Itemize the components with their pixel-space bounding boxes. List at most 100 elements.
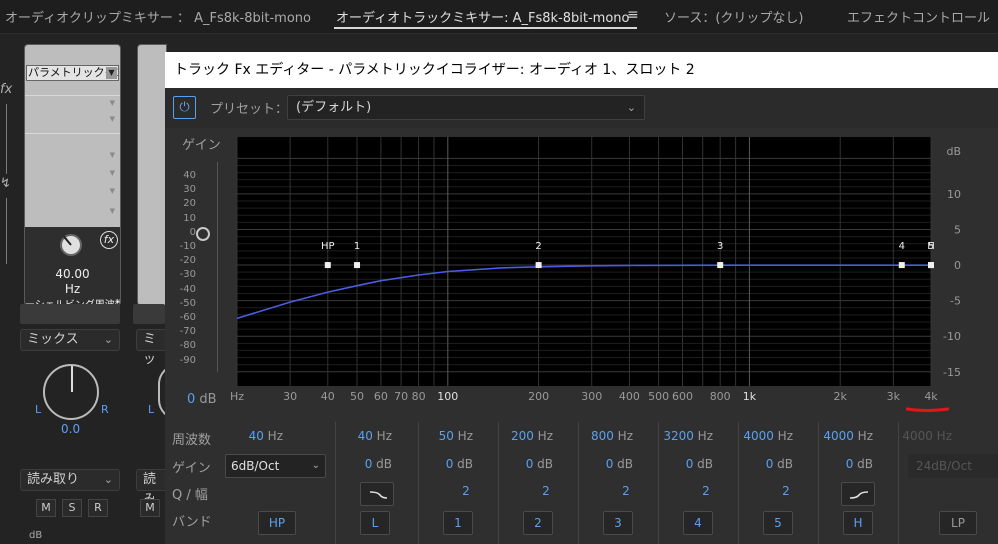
track-mixer-panel: fx ↯ パラメトリックイコ ▼ ▼ ▼ ▼ ▼ ▼ ▼ fx 40.00 Hz… xyxy=(0,34,178,544)
panel-menu-icon[interactable]: ≡ xyxy=(627,7,639,23)
band-q[interactable]: 2 xyxy=(531,484,561,498)
output-dropdown-2[interactable]: ミッ xyxy=(136,329,168,367)
eq-graph[interactable]: Hz 30 40 50 60 70 80 100 200 300 400 500 600 800 1k 2k 3… xyxy=(165,128,998,428)
eq-y-tick-label: 10 xyxy=(947,188,961,201)
band-frequency[interactable]: 50 Hz xyxy=(413,429,473,443)
tab-audio-track-mixer[interactable]: オーディオトラックミキサー: A_Fs8k-8bit-mono xyxy=(336,7,629,26)
band-gain[interactable]: 0 dB xyxy=(413,457,473,471)
slot-dropdown-icon[interactable]: ▼ xyxy=(106,67,117,79)
tab-audio-clip-mixer[interactable]: オーディオクリップミキサー ： A_Fs8k-8bit-mono xyxy=(5,7,311,26)
band-toggle-button-4[interactable]: 4 xyxy=(683,511,713,535)
band-frequency-unit: Hz xyxy=(263,429,283,443)
eq-band-node[interactable] xyxy=(354,262,361,269)
eq-y-tick-label: 5 xyxy=(954,223,961,236)
fx-bypass-icon[interactable]: fx xyxy=(100,231,118,249)
hp-slope-dropdown[interactable]: 6dB/Oct ⌄ xyxy=(225,454,326,478)
band-frequency-number: 800 xyxy=(590,429,614,443)
band-gain[interactable]: 0 dB xyxy=(493,457,553,471)
eq-y-tick-label: -10 xyxy=(943,330,961,343)
eq-x-tick-label: 60 xyxy=(374,390,388,403)
slot-dropdown-icon[interactable]: ▼ xyxy=(110,169,115,177)
eq-x-tick-label: 200 xyxy=(528,390,549,403)
record-button[interactable]: R xyxy=(88,499,108,517)
band-gain[interactable]: 0 dB xyxy=(813,457,873,471)
pan-left-label: L xyxy=(35,403,42,416)
band-frequency[interactable]: 40 Hz xyxy=(223,429,283,443)
effect-parameter-area: fx 40.00 Hz ーシェルビング周波数 xyxy=(25,227,120,305)
high-shelf-shape-icon[interactable] xyxy=(841,482,875,506)
eq-x-tick-label: 40 xyxy=(321,390,335,403)
eq-x-tick-label: 100 xyxy=(437,390,458,403)
automation-mode-dropdown-2[interactable]: 読み xyxy=(136,469,168,507)
rail-divider xyxy=(6,198,7,264)
sends-slot[interactable] xyxy=(20,304,120,324)
pan-value[interactable]: 0.0 xyxy=(61,422,80,436)
band-toggle-button-l[interactable]: L xyxy=(360,511,390,535)
band-frequency-number: 3200 xyxy=(663,429,694,443)
pan-knob[interactable] xyxy=(43,364,99,420)
slot-dropdown-icon[interactable]: ▼ xyxy=(110,115,115,123)
band-frequency-number: 4000 xyxy=(743,429,774,443)
tab-effect-controls[interactable]: エフェクトコントロール xyxy=(847,7,990,26)
freq-row-label: 周波数 xyxy=(172,433,212,448)
slot-dropdown-icon[interactable]: ▼ xyxy=(110,151,115,159)
eq-band-node[interactable] xyxy=(535,262,542,269)
band-q[interactable]: 2 xyxy=(771,484,801,498)
band-gain[interactable]: 0 dB xyxy=(573,457,633,471)
sends-icon[interactable]: ↯ xyxy=(0,176,11,191)
slot-dropdown-icon[interactable]: ▼ xyxy=(110,99,115,107)
eq-band-node[interactable] xyxy=(928,262,934,269)
sends-slot-2[interactable] xyxy=(133,304,165,324)
eq-band-node[interactable] xyxy=(324,262,331,269)
band-toggle-button-5[interactable]: 5 xyxy=(763,511,793,535)
band-frequency[interactable]: 3200 Hz xyxy=(653,429,713,443)
eq-band-node[interactable] xyxy=(898,262,905,269)
band-toggle-button-h[interactable]: H xyxy=(843,511,873,535)
automation-mode-dropdown[interactable]: 読み取り ⌄ xyxy=(20,469,120,491)
band-frequency[interactable]: 800 Hz xyxy=(573,429,633,443)
band-toggle-button-2[interactable]: 2 xyxy=(523,511,553,535)
track-fx-editor-dialog: トラック Fx エディター - パラメトリックイコライザー: オーディオ 1、ス… xyxy=(165,52,998,544)
band-frequency[interactable]: 40 Hz xyxy=(332,429,392,443)
band-toggle-button-1[interactable]: 1 xyxy=(443,511,473,535)
eq-band-node[interactable] xyxy=(717,262,724,269)
track-effects-rack-2 xyxy=(137,44,167,306)
eq-band-node-label: H xyxy=(927,241,935,252)
band-frequency[interactable]: 4000 Hz xyxy=(733,429,793,443)
band-gain[interactable]: 0 dB xyxy=(733,457,793,471)
eq-y-tick-label: dB xyxy=(946,145,961,158)
output-dropdown[interactable]: ミックス ⌄ xyxy=(20,329,120,351)
band-frequency[interactable]: 200 Hz xyxy=(493,429,553,443)
band-gain-unit: dB xyxy=(773,457,793,471)
band-frequency-unit: Hz xyxy=(372,429,392,443)
low-shelf-shape-icon[interactable] xyxy=(360,482,394,506)
output-label: ミッ xyxy=(143,332,157,367)
band-frequency-unit: Hz xyxy=(453,429,473,443)
solo-button[interactable]: S xyxy=(62,499,82,517)
band-q[interactable]: 2 xyxy=(451,484,481,498)
band-gain[interactable]: 0 dB xyxy=(653,457,713,471)
band-frequency-number: 4000 xyxy=(823,429,854,443)
band-gain-unit: dB xyxy=(853,457,873,471)
eq-x-tick-label: 2k xyxy=(834,390,848,403)
band-frequency-unit: Hz xyxy=(613,429,633,443)
mute-button[interactable]: M xyxy=(36,499,56,517)
band-toggle-button-hp[interactable]: HP xyxy=(258,511,296,535)
band-toggle-button-lp[interactable]: LP xyxy=(939,511,977,535)
effect-slot-1[interactable]: パラメトリックイコ ▼ xyxy=(26,65,119,81)
band-q[interactable]: 2 xyxy=(611,484,641,498)
output-label: ミックス xyxy=(27,332,79,347)
band-frequency-number: 50 xyxy=(438,429,454,443)
slot-dropdown-icon[interactable]: ▼ xyxy=(110,207,115,215)
mute-button-2[interactable]: M xyxy=(140,499,160,517)
power-icon[interactable]: ⏻ xyxy=(173,96,196,119)
slot-dropdown-icon[interactable]: ▼ xyxy=(110,187,115,195)
band-q[interactable]: 2 xyxy=(691,484,721,498)
band-frequency[interactable]: 4000 Hz xyxy=(813,429,873,443)
band-toggle-button-3[interactable]: 3 xyxy=(603,511,633,535)
parameter-knob[interactable] xyxy=(60,234,82,256)
fx-icon[interactable]: fx xyxy=(0,82,12,97)
band-gain[interactable]: 0 dB xyxy=(332,457,392,471)
preset-dropdown[interactable]: (デフォルト) ⌄ xyxy=(287,95,645,120)
tab-source[interactable]: ソース：(クリップなし) xyxy=(664,7,804,26)
